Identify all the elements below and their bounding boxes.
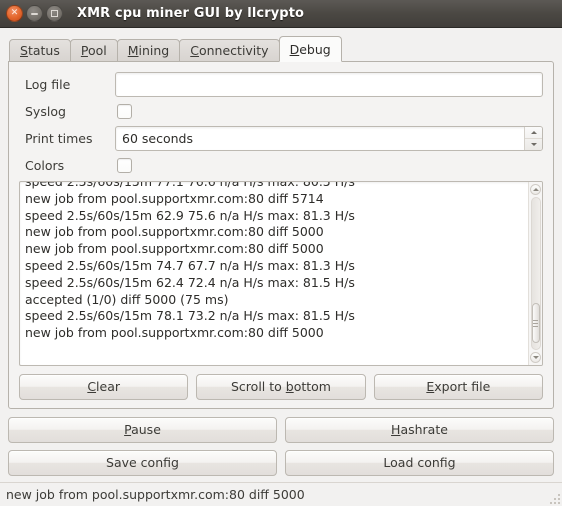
log-file-input[interactable] [122, 77, 536, 92]
tab-status[interactable]: Status [9, 39, 71, 62]
log-text[interactable]: speed 2.5s/60s/15m 77.1 76.6 n/a H/s max… [20, 181, 528, 357]
pause-button-label: ause [131, 422, 161, 437]
syslog-label: Syslog [25, 104, 66, 119]
tab-mining-label: ining [138, 43, 170, 58]
log-line: speed 2.5s/60s/15m 62.4 72.4 n/a H/s max… [25, 274, 355, 290]
grip-icon [533, 319, 538, 327]
log-line: new job from pool.supportxmr.com:80 diff… [25, 325, 324, 341]
print-times-spinner[interactable]: 60 seconds [115, 126, 543, 151]
debug-settings-grid: Log file Syslog Print times 60 seconds C… [19, 72, 543, 173]
chevron-down-icon [530, 143, 537, 146]
log-file-label: Log file [25, 77, 71, 92]
tab-pool[interactable]: Pool [69, 39, 118, 62]
colors-checkbox-cell [115, 158, 543, 173]
print-times-increment-button[interactable] [525, 127, 542, 139]
tab-connectivity[interactable]: Connectivity [179, 39, 280, 62]
colors-checkbox[interactable] [117, 158, 132, 173]
scroll-to-bottom-label-post: ottom [293, 379, 331, 394]
colors-label: Colors [25, 158, 65, 173]
action-button-row-1: Pause Hashrate [8, 417, 554, 443]
clear-button-label: lear [96, 379, 121, 394]
log-view: speed 2.5s/60s/15m 77.1 76.6 n/a H/s max… [19, 181, 543, 366]
tab-status-label: tatus [27, 43, 60, 58]
notebook: Status Pool Mining Connectivity Debug Lo… [0, 28, 562, 409]
log-line: accepted (1/0) diff 5000 (75 ms) [25, 291, 229, 307]
status-bar: new job from pool.supportxmr.com:80 diff… [0, 482, 562, 506]
tab-strip: Status Pool Mining Connectivity Debug [8, 36, 554, 62]
close-button[interactable]: ✕ [6, 5, 23, 22]
scroll-to-bottom-label-pre: Scroll to [231, 379, 286, 394]
maximize-icon [51, 10, 58, 17]
action-button-area: Pause Hashrate Save config Load config [0, 409, 562, 482]
hashrate-button-label: ashrate [400, 422, 448, 437]
resize-grip-icon[interactable] [548, 492, 560, 504]
print-times-value[interactable]: 60 seconds [116, 127, 524, 150]
log-line: new job from pool.supportxmr.com:80 diff… [25, 190, 324, 206]
chevron-up-icon [532, 188, 539, 191]
tab-debug[interactable]: Debug [278, 36, 342, 62]
scrollbar-thumb[interactable] [531, 303, 540, 343]
tab-mining[interactable]: Mining [116, 39, 181, 62]
syslog-checkbox[interactable] [117, 104, 132, 119]
scrollbar-track[interactable] [530, 197, 541, 350]
print-times-stepper [524, 127, 542, 150]
log-line: new job from pool.supportxmr.com:80 diff… [25, 224, 324, 240]
minimize-button[interactable] [26, 5, 43, 22]
application-window: ✕ XMR cpu miner GUI by llcrypto Status P… [0, 0, 562, 506]
tab-connectivity-label: onnectivity [198, 43, 269, 58]
pause-button[interactable]: Pause [8, 417, 277, 443]
maximize-button[interactable] [46, 5, 63, 22]
clear-button[interactable]: Clear [19, 374, 189, 400]
log-line: speed 2.5s/60s/15m 77.1 76.6 n/a H/s max… [25, 181, 355, 189]
chevron-down-icon [532, 356, 539, 359]
hashrate-button[interactable]: Hashrate [285, 417, 554, 443]
save-config-button[interactable]: Save config [8, 450, 277, 476]
export-file-label: xport file [434, 379, 491, 394]
tab-debug-label: ebug [299, 42, 331, 57]
scroll-down-button[interactable] [530, 352, 541, 363]
close-icon: ✕ [10, 8, 19, 18]
scroll-to-bottom-button[interactable]: Scroll to bottom [196, 374, 366, 400]
log-button-row: Clear Scroll to bottom Export file [19, 374, 543, 400]
log-line: speed 2.5s/60s/15m 62.9 75.6 n/a H/s max… [25, 207, 355, 223]
print-times-decrement-button[interactable] [525, 139, 542, 150]
print-times-label: Print times [25, 131, 93, 146]
title-bar: ✕ XMR cpu miner GUI by llcrypto [0, 0, 562, 28]
action-button-row-2: Save config Load config [8, 450, 554, 476]
export-file-button[interactable]: Export file [373, 374, 543, 400]
status-bar-text: new job from pool.supportxmr.com:80 diff… [6, 487, 305, 502]
minimize-icon [31, 12, 38, 15]
chevron-up-icon [530, 131, 537, 134]
log-line: speed 2.5s/60s/15m 78.1 73.2 n/a H/s max… [25, 308, 355, 324]
log-vertical-scrollbar[interactable] [528, 182, 542, 365]
log-file-field[interactable] [115, 72, 543, 97]
window-title: XMR cpu miner GUI by llcrypto [77, 6, 305, 21]
load-config-button[interactable]: Load config [285, 450, 554, 476]
window-controls: ✕ [6, 5, 63, 22]
scroll-up-button[interactable] [530, 184, 541, 195]
debug-panel: Log file Syslog Print times 60 seconds C… [8, 61, 554, 409]
log-line: speed 2.5s/60s/15m 74.7 67.7 n/a H/s max… [25, 257, 355, 273]
tab-pool-label: ool [87, 43, 107, 58]
syslog-checkbox-cell [115, 104, 543, 119]
log-line: new job from pool.supportxmr.com:80 diff… [25, 241, 324, 257]
